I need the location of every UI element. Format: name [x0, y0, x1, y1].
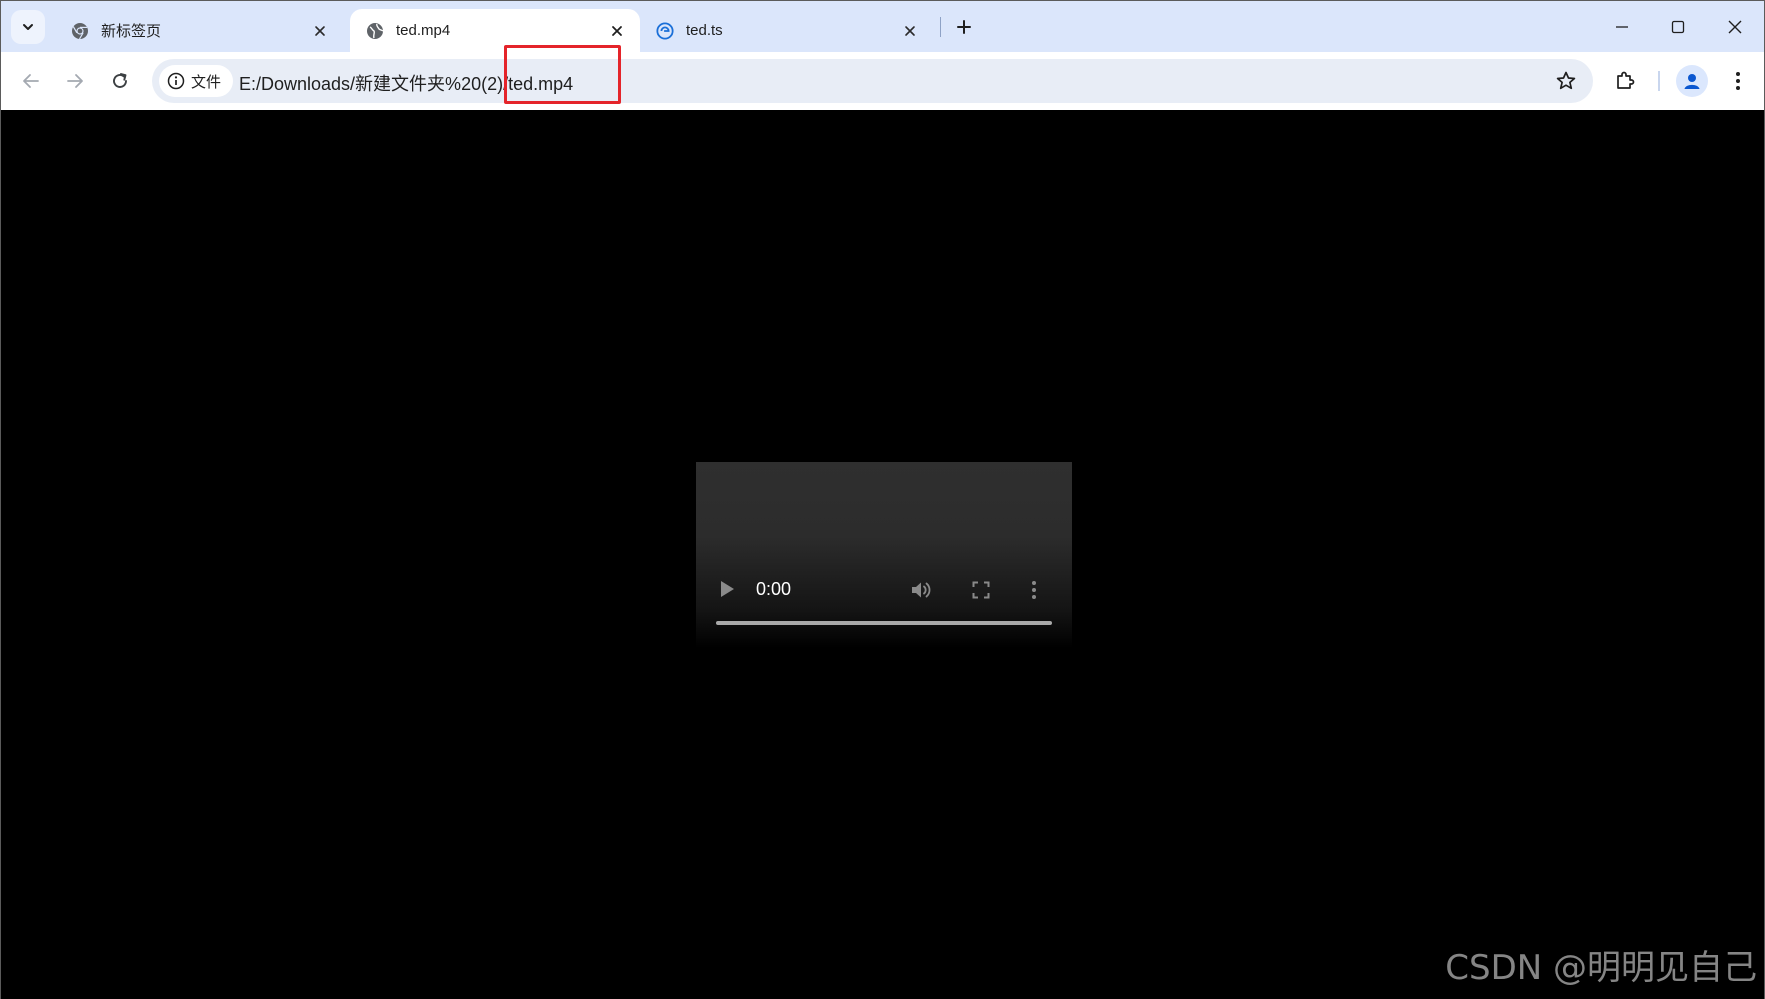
tab-separator: [940, 17, 941, 37]
person-icon: [1684, 74, 1700, 89]
play-icon[interactable]: [718, 579, 736, 599]
plus-icon: [957, 20, 971, 34]
security-chip-label: 文件: [191, 73, 222, 91]
browser-window: 新标签页 ted.mp4 ted.ts 文件 E:/Downloads/新建文件…: [0, 0, 1765, 999]
browser-toolbar: 文件 E:/Downloads/新建文件夹%20(2)/ted.mp4: [1, 52, 1764, 110]
minimize-button[interactable]: [1600, 9, 1644, 45]
maximize-icon: [1671, 20, 1685, 34]
video-player[interactable]: 0:00: [696, 462, 1072, 648]
profile-button[interactable]: [1676, 65, 1708, 97]
maximize-button[interactable]: [1656, 9, 1700, 45]
info-icon: [167, 72, 185, 90]
close-tab-icon[interactable]: [899, 20, 921, 42]
tab-title: 新标签页: [101, 23, 162, 40]
minimize-icon: [1616, 26, 1628, 28]
close-icon: [1728, 20, 1742, 34]
page-viewport: 0:00: [1, 110, 1764, 999]
arrow-left-icon: [23, 74, 39, 88]
more-options-icon[interactable]: [1031, 580, 1037, 600]
current-time: 0:00: [756, 579, 792, 599]
extensions-button[interactable]: [1609, 65, 1641, 97]
tab-title: ted.mp4: [396, 22, 451, 39]
close-tab-icon[interactable]: [606, 20, 628, 42]
tab-title: ted.ts: [686, 22, 723, 39]
reload-button[interactable]: [103, 64, 137, 98]
close-tab-icon[interactable]: [309, 20, 331, 42]
arrow-right-icon: [67, 74, 83, 88]
menu-button[interactable]: [1722, 65, 1754, 97]
bookmark-star-icon[interactable]: [1555, 70, 1577, 92]
reload-icon: [113, 73, 127, 88]
back-button[interactable]: [14, 64, 48, 98]
annotation-highlight-box: [504, 45, 621, 104]
tab-strip: 新标签页 ted.mp4 ted.ts: [1, 1, 1764, 52]
edge-icon: [656, 21, 674, 40]
puzzle-icon: [1617, 71, 1635, 89]
watermark: CSDN @明明见自己: [1445, 948, 1757, 988]
tab-new-tab-page[interactable]: 新标签页: [55, 9, 343, 52]
forward-button[interactable]: [58, 64, 92, 98]
toolbar-divider: [1658, 71, 1660, 91]
chevron-down-icon: [23, 24, 33, 30]
volume-icon[interactable]: [909, 579, 931, 601]
new-tab-button[interactable]: [949, 12, 979, 42]
close-window-button[interactable]: [1713, 9, 1757, 45]
fullscreen-icon[interactable]: [972, 581, 990, 599]
tab-search-button[interactable]: [11, 10, 45, 44]
more-vert-icon: [1736, 72, 1740, 90]
video-progress-bar[interactable]: [716, 621, 1052, 625]
site-info-chip[interactable]: 文件: [159, 65, 234, 97]
address-bar[interactable]: 文件 E:/Downloads/新建文件夹%20(2)/ted.mp4: [152, 59, 1593, 103]
globe-icon: [366, 22, 384, 40]
chrome-icon: [71, 22, 89, 40]
tab-ted-ts[interactable]: ted.ts: [640, 9, 933, 52]
